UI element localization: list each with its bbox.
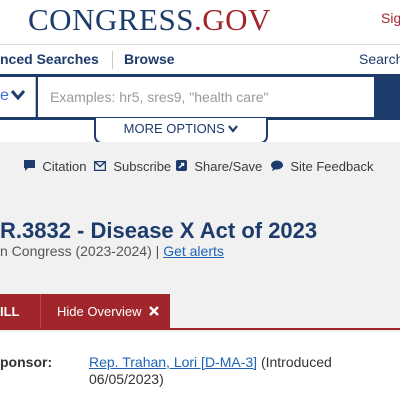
citation-link[interactable]: Citation <box>24 159 86 174</box>
logo-gov-text: GOV <box>202 2 271 37</box>
hide-overview-button[interactable]: Hide Overview <box>40 294 170 330</box>
congress-gov-logo[interactable]: CONGRESS.GOV <box>28 2 271 38</box>
congress-session: n Congress (2023-2024) <box>0 243 152 259</box>
nav-divider <box>112 51 113 69</box>
close-icon <box>149 304 160 319</box>
get-alerts-link[interactable]: Get alerts <box>163 243 224 259</box>
search-input[interactable] <box>38 77 374 117</box>
sign-in-link[interactable]: Sig <box>381 10 400 26</box>
chevron-down-icon <box>228 121 239 136</box>
more-options-toggle[interactable]: MORE OPTIONS <box>94 118 268 144</box>
share-icon <box>176 160 190 174</box>
site-feedback-link[interactable]: Site Feedback <box>271 159 373 174</box>
congress-session-line: n Congress (2023-2024) | Get alerts <box>0 243 224 259</box>
share-save-label: Share/Save <box>194 159 263 174</box>
share-save-link[interactable]: Share/Save <box>176 159 262 174</box>
site-header: CONGRESS.GOV Sig <box>0 0 400 44</box>
chevron-down-icon <box>10 85 26 106</box>
sponsor-link[interactable]: Rep. Trahan, Lori [D-MA-3] <box>89 354 257 370</box>
nav-browse[interactable]: Browse <box>124 51 175 67</box>
search-scope-text: e <box>0 87 9 104</box>
quote-icon <box>24 160 38 174</box>
hide-overview-label: Hide Overview <box>57 304 142 319</box>
logo-congress-text: CONGRESS <box>28 2 194 37</box>
sponsor-value: Rep. Trahan, Lori [D-MA-3] (Introduced 0… <box>89 354 389 388</box>
bill-overview: ponsor: Rep. Trahan, Lori [D-MA-3] (Intr… <box>0 332 400 400</box>
subscribe-link[interactable]: Subscribe <box>93 159 172 174</box>
subscribe-label: Subscribe <box>113 159 172 174</box>
tab-underline <box>0 328 400 330</box>
envelope-icon <box>93 160 109 174</box>
tab-bill[interactable]: ILL <box>0 294 40 330</box>
nav-advanced-searches[interactable]: nced Searches <box>0 51 99 67</box>
separator: | <box>155 243 160 259</box>
nav-search-link[interactable]: Search <box>359 51 400 67</box>
logo-dot: . <box>193 2 203 37</box>
bill-title: R.3832 - Disease X Act of 2023 <box>0 218 318 243</box>
more-options-label: MORE OPTIONS <box>123 121 225 136</box>
citation-label: Citation <box>42 159 87 174</box>
search-bar: e <box>0 74 400 120</box>
search-scope-select[interactable]: e <box>0 77 36 117</box>
search-submit-button[interactable] <box>376 77 400 117</box>
bill-tabbar: ILL Hide Overview <box>0 294 400 330</box>
site-feedback-label: Site Feedback <box>290 159 374 174</box>
sponsor-label: ponsor: <box>0 354 53 370</box>
speech-bubble-icon <box>271 160 286 174</box>
main-nav: nced Searches Browse Search <box>0 44 400 74</box>
